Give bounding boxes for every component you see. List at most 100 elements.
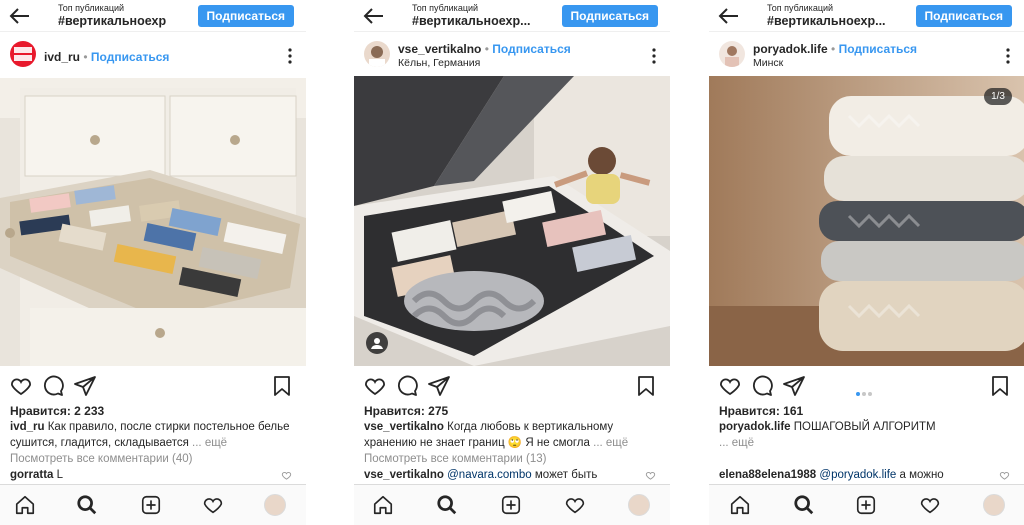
comment-mention[interactable]: @navara.combo [447,469,532,481]
top-posts-label: Топ публикаций [58,3,125,13]
bookmark-icon[interactable] [270,374,294,398]
home-icon[interactable] [14,494,36,516]
top-posts-label: Топ публикаций [767,3,834,13]
post-location[interactable]: Кёльн, Германия [398,57,480,69]
search-icon[interactable] [793,494,815,516]
back-arrow-icon[interactable] [717,4,741,28]
activity-heart-icon[interactable] [202,494,224,516]
avatar[interactable] [719,41,745,67]
view-comments-link[interactable]: Посмотреть все комментарии (13) [364,453,546,465]
follow-hashtag-button[interactable]: Подписаться [561,5,658,27]
tagged-people-icon[interactable] [366,332,388,354]
more-icon[interactable] [652,48,656,64]
top-bar: Топ публикаций #вертикальноехр... Подпис… [354,0,670,32]
search-icon[interactable] [76,494,98,516]
comment-preview: vse_vertikalno @navara.combo может быть [364,469,597,481]
comment-mention[interactable]: @poryadok.life [819,469,896,481]
likes-count[interactable]: Нравится: 161 [719,404,803,418]
bottom-nav [709,484,1024,525]
comment-heart-icon[interactable] [281,470,292,481]
follow-hashtag-button[interactable]: Подписаться [915,5,1012,27]
top-posts-label: Топ публикаций [412,3,479,13]
bookmark-icon[interactable] [634,374,658,398]
post-actions [354,374,670,398]
caption: poryadok.life ПОШАГОВЫЙ АЛГОРИТМ ... ещё [719,420,1009,451]
likes-count[interactable]: Нравится: 2 233 [10,404,104,418]
view-comments-link[interactable]: Посмотреть все комментарии (40) [10,453,192,465]
heart-icon[interactable] [363,374,387,398]
caption-more-link[interactable]: ... ещё [192,437,227,449]
activity-heart-icon[interactable] [564,494,586,516]
caption-more-link[interactable]: ... ещё [593,437,628,449]
caption-text: ПОШАГОВЫЙ АЛГОРИТМ [793,421,936,433]
add-icon[interactable] [855,494,877,516]
avatar[interactable] [364,41,390,67]
comment-preview: elena88elena1988 @poryadok.life а можно [719,469,944,481]
comment-heart-icon[interactable] [645,470,656,481]
bookmark-icon[interactable] [988,374,1012,398]
add-icon[interactable] [140,494,162,516]
comment-username[interactable]: vse_vertikalno [364,469,444,481]
post-username-line: poryadok.life • Подписаться [753,42,918,56]
follow-link[interactable]: Подписаться [492,42,570,56]
share-icon[interactable] [427,374,451,398]
post-username[interactable]: vse_vertikalno [398,42,481,56]
home-icon[interactable] [372,494,394,516]
post-screen-3: Топ публикаций #вертикальноехр... Подпис… [709,0,1024,525]
comment-text: а можно [899,469,944,481]
post-actions [0,374,306,398]
top-bar: Топ публикаций #вертикальноехр Подписать… [0,0,306,32]
more-icon[interactable] [288,48,292,64]
post-location[interactable]: Минск [753,57,783,69]
post-image[interactable]: 1/3 [709,76,1024,366]
post-username-line: vse_vertikalno • Подписаться [398,42,571,56]
caption-username[interactable]: ivd_ru [10,421,45,433]
heart-icon[interactable] [9,374,33,398]
share-icon[interactable] [73,374,97,398]
carousel-counter: 1/3 [984,88,1012,105]
follow-link[interactable]: Подписаться [839,42,917,56]
caption-more-link[interactable]: ... ещё [719,437,754,449]
hashtag-title: #вертикальноехр... [767,14,886,28]
profile-avatar[interactable] [628,494,650,516]
post-image[interactable] [0,78,306,366]
caption-username[interactable]: vse_vertikalno [364,421,444,433]
top-bar: Топ публикаций #вертикальноехр... Подпис… [709,0,1024,32]
comment-text: L [56,469,64,481]
post-header: poryadok.life • Подписаться Минск [709,38,1024,74]
comment-preview: gorratta L [10,469,63,481]
post-username[interactable]: ivd_ru [44,50,80,64]
heart-icon[interactable] [718,374,742,398]
post-screen-1: Топ публикаций #вертикальноехр Подписать… [0,0,306,525]
share-icon[interactable] [782,374,806,398]
post-header: ivd_ru • Подписаться [0,38,306,74]
comment-username[interactable]: gorratta [10,469,53,481]
comment-icon[interactable] [41,374,65,398]
comment-username[interactable]: elena88elena1988 [719,469,816,481]
caption-username[interactable]: poryadok.life [719,421,791,433]
back-arrow-icon[interactable] [362,4,386,28]
caption-text: Как правило, после стирки постельное бел… [10,421,290,449]
comment-heart-icon[interactable] [999,470,1010,481]
activity-heart-icon[interactable] [919,494,941,516]
profile-avatar[interactable] [264,494,286,516]
post-username[interactable]: poryadok.life [753,42,828,56]
post-actions [709,374,1024,398]
back-arrow-icon[interactable] [8,4,32,28]
likes-count[interactable]: Нравится: 275 [364,404,448,418]
post-username-line: ivd_ru • Подписаться [44,50,170,64]
comment-text: может быть [534,469,598,481]
comment-icon[interactable] [395,374,419,398]
add-icon[interactable] [500,494,522,516]
home-icon[interactable] [729,494,751,516]
avatar[interactable] [10,41,36,67]
bottom-nav [354,484,670,525]
follow-link[interactable]: Подписаться [91,50,169,64]
post-image[interactable] [354,76,670,366]
search-icon[interactable] [436,494,458,516]
more-icon[interactable] [1006,48,1010,64]
comment-icon[interactable] [750,374,774,398]
follow-hashtag-button[interactable]: Подписаться [197,5,294,27]
post-header: vse_vertikalno • Подписаться Кёльн, Герм… [354,38,670,74]
profile-avatar[interactable] [983,494,1005,516]
